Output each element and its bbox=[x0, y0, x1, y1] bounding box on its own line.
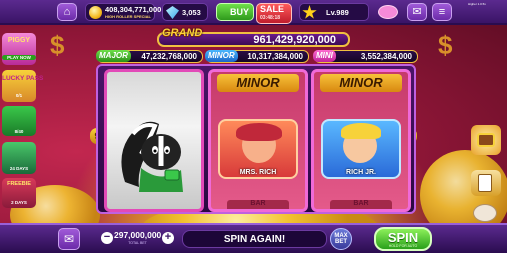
minor-jackpot-banner: MINOR 10,317,384,000 bbox=[205, 50, 309, 63]
major-jackpot-value: 47,232,768,000 bbox=[141, 52, 197, 61]
mrs-rich-hair bbox=[236, 123, 282, 141]
piggy-promo-title: PIGGY bbox=[7, 37, 31, 44]
max-bet-button[interactable]: MAX BET bbox=[330, 228, 352, 250]
lucky-pass-tile[interactable]: LUCKY PASS 0/1 bbox=[2, 70, 44, 102]
piggy-icon bbox=[378, 5, 398, 19]
spin-button[interactable]: SPIN HOLD FOR AUTO bbox=[374, 227, 432, 251]
major-jackpot-banner: MAJOR 47,232,768,000 bbox=[96, 50, 203, 63]
sale-button[interactable]: SALE 03:48:18 bbox=[256, 3, 292, 24]
game-stage: $ $ ⌂ 408,304,771,000 HIGH ROLLER SPECIA… bbox=[0, 0, 507, 253]
rich-jr-label: RICH JR. bbox=[346, 169, 376, 176]
dog-icon bbox=[473, 204, 497, 222]
lucky-pass-progress: 0/1 bbox=[15, 93, 23, 98]
event-days: 24 DAYS bbox=[9, 166, 29, 171]
rich-jr-hair bbox=[341, 123, 381, 139]
freebie-title: FREEBIE bbox=[7, 181, 31, 187]
home-button[interactable]: ⌂ bbox=[57, 3, 77, 21]
sale-timer: 03:48:18 bbox=[260, 15, 281, 21]
piggy-bank-button[interactable] bbox=[377, 3, 399, 21]
spin-again-text: SPIN AGAIN! bbox=[223, 234, 286, 245]
grand-jackpot-value: 961,429,920,000 bbox=[253, 34, 336, 46]
reel-1 bbox=[104, 69, 204, 212]
increase-bet-button[interactable]: + bbox=[162, 232, 174, 244]
spin-sublabel: HOLD FOR AUTO bbox=[388, 244, 418, 248]
reel-3-bar: BAR bbox=[330, 200, 392, 209]
minor-jackpot-label: MINOR bbox=[205, 50, 238, 62]
reel-2-header-text: MINOR bbox=[236, 75, 280, 90]
gem-icon bbox=[166, 6, 179, 19]
coin-balance-subtitle: HIGH ROLLER SPECIAL bbox=[105, 14, 152, 19]
coin-icon bbox=[89, 6, 102, 19]
mrs-rich-label: MRS. RICH bbox=[239, 169, 277, 176]
rich-jr-symbol: RICH JR. bbox=[321, 119, 401, 179]
reel-3-header: MINOR bbox=[320, 74, 402, 92]
total-bet-display: 297,000,000 TOTAL BET bbox=[114, 228, 161, 248]
skunk-symbol bbox=[121, 121, 183, 192]
gift-button[interactable]: ✉ bbox=[58, 228, 80, 250]
lucky-pass-title: LUCKY PASS bbox=[2, 75, 44, 82]
menu-button[interactable]: ≡ bbox=[432, 3, 452, 21]
dollar-decor-right: $ bbox=[438, 30, 453, 60]
gift-icon: ✉ bbox=[63, 232, 75, 246]
gem-balance[interactable]: 3,053 bbox=[162, 3, 208, 21]
total-bet-value: 297,000,000 bbox=[114, 230, 162, 240]
piggy-promo-tile[interactable]: PIGGY PLAY NOW bbox=[2, 33, 36, 65]
reel-2: MINOR MRS. RICH BAR bbox=[208, 69, 308, 212]
reel-2-header: MINOR bbox=[217, 74, 299, 92]
daily-bonus-widget[interactable] bbox=[471, 125, 501, 155]
cards-icon bbox=[478, 174, 492, 192]
home-icon: ⌂ bbox=[63, 6, 71, 18]
reel-3: MINOR RICH JR. BAR bbox=[311, 69, 411, 212]
minor-jackpot-value: 10,317,384,000 bbox=[247, 52, 303, 61]
mini-jackpot-value: 3,552,384,000 bbox=[360, 52, 412, 61]
major-jackpot-label: MAJOR bbox=[96, 50, 131, 62]
coin-balance-value: 408,304,771,000 bbox=[105, 5, 162, 14]
bottom-bar: ✉ − 297,000,000 TOTAL BET + SPIN AGAIN! … bbox=[0, 223, 507, 253]
mail-button[interactable]: ✉ bbox=[407, 3, 427, 21]
reel-2-bar: BAR bbox=[227, 200, 289, 209]
max-bet-label: MAX BET bbox=[331, 233, 351, 245]
reel-2-bar-text: BAR bbox=[250, 200, 266, 207]
total-bet-label: TOTAL BET bbox=[128, 241, 147, 245]
decrease-bet-button[interactable]: − bbox=[101, 232, 113, 244]
coin-balance[interactable]: 408,304,771,000 HIGH ROLLER SPECIAL bbox=[85, 3, 161, 21]
top-bar: ⌂ 408,304,771,000 HIGH ROLLER SPECIAL 3,… bbox=[0, 0, 507, 25]
reel-3-header-text: MINOR bbox=[339, 75, 383, 90]
card-collection-widget[interactable] bbox=[471, 170, 501, 196]
mini-jackpot-label: MINI bbox=[313, 50, 336, 62]
spin-label: SPIN bbox=[387, 230, 419, 245]
star-icon bbox=[302, 5, 317, 19]
level-indicator[interactable]: Lv.989 bbox=[299, 3, 369, 21]
buy-button[interactable]: BUY bbox=[216, 3, 254, 21]
grand-jackpot-label: GRAND bbox=[162, 27, 203, 39]
mrs-rich-symbol: MRS. RICH bbox=[218, 119, 298, 179]
spin-again-banner: SPIN AGAIN! bbox=[182, 230, 327, 248]
max-bet-line2: BET bbox=[335, 239, 347, 245]
treasure-chest-icon bbox=[477, 133, 495, 147]
reel-frame: MINOR MRS. RICH BAR MINOR RICH JR. BAR bbox=[96, 64, 416, 214]
event-tile[interactable]: 24 DAYS bbox=[2, 142, 36, 174]
quest-progress: 8/40 bbox=[14, 129, 24, 134]
corner-note: Higher 1.0.5x bbox=[468, 2, 486, 6]
level-label: Lv.989 bbox=[326, 8, 349, 17]
buy-label: BUY bbox=[230, 7, 250, 17]
pet-widget[interactable] bbox=[465, 202, 503, 222]
reel-3-bar-text: BAR bbox=[353, 200, 369, 207]
hamburger-menu-icon: ≡ bbox=[438, 6, 446, 18]
freebie-tile[interactable]: FREEBIE 2 DAYS bbox=[2, 178, 36, 208]
freebie-days: 2 DAYS bbox=[11, 200, 27, 205]
mail-icon: ✉ bbox=[412, 6, 422, 18]
quest-tile[interactable]: 8/40 bbox=[2, 106, 36, 136]
gem-balance-value: 3,053 bbox=[182, 8, 201, 17]
grand-jackpot-banner: GRAND 961,429,920,000 bbox=[157, 27, 350, 47]
mini-jackpot-banner: MINI 3,552,384,000 bbox=[313, 50, 418, 63]
piggy-promo-play: PLAY NOW bbox=[2, 55, 36, 60]
dollar-decor-left: $ bbox=[50, 30, 65, 60]
sale-label: SALE bbox=[260, 4, 285, 14]
